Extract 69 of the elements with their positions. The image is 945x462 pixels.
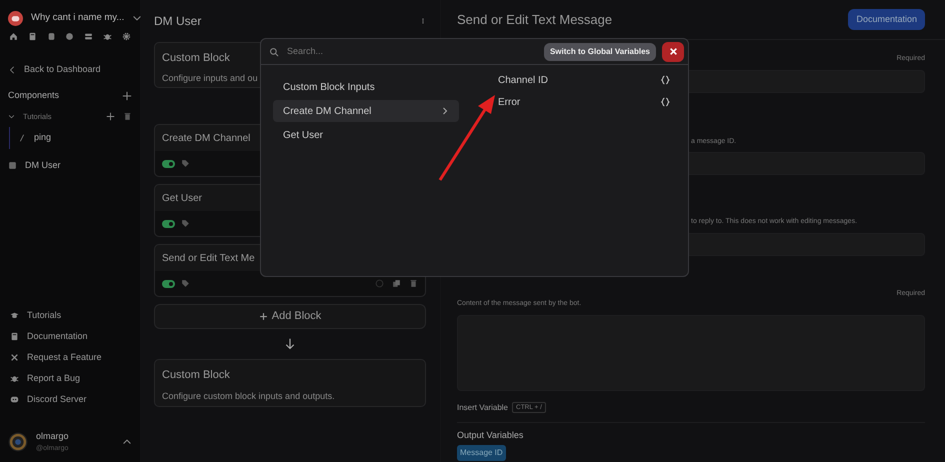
editor-title: DM User xyxy=(154,13,202,30)
component-item[interactable]: ping xyxy=(34,131,52,145)
section-heading: Components xyxy=(8,88,60,102)
avatar xyxy=(8,432,28,452)
variable-item[interactable]: Channel ID xyxy=(498,69,670,91)
block-title: Custom Block xyxy=(162,368,231,383)
book-icon xyxy=(10,332,19,341)
block-title: Custom Block xyxy=(162,51,230,66)
enable-toggle[interactable] xyxy=(162,160,175,168)
block-description: Configure inputs and ou xyxy=(162,72,258,82)
search-icon xyxy=(269,46,279,56)
close-button[interactable] xyxy=(662,42,684,62)
bug-icon[interactable] xyxy=(103,32,112,41)
trash-icon[interactable] xyxy=(123,112,132,121)
block-card[interactable]: Custom Block Configure custom block inputs and outputs. xyxy=(154,359,426,407)
slash-icon xyxy=(18,134,26,142)
block-title: Send or Edit Text Me xyxy=(162,252,255,266)
chevron-right-icon xyxy=(441,106,449,116)
component-item[interactable]: DM User xyxy=(25,158,60,172)
settings-icon[interactable] xyxy=(122,32,131,41)
block-icon xyxy=(8,161,17,170)
enable-toggle[interactable] xyxy=(162,220,175,228)
tutorials-icon xyxy=(10,311,19,320)
chevron-left-icon[interactable] xyxy=(8,66,16,74)
insert-variable-label: Insert Variable xyxy=(457,402,508,414)
chat-icon xyxy=(10,395,19,404)
server-icon[interactable] xyxy=(84,32,94,41)
app-logo-icon xyxy=(8,10,23,26)
back-link[interactable]: Back to Dashboard xyxy=(24,62,101,76)
chevron-down-icon[interactable] xyxy=(132,13,142,23)
braces-icon xyxy=(660,97,670,107)
source-item[interactable]: Custom Block Inputs xyxy=(273,76,459,98)
sidebar-link[interactable]: Report a Bug xyxy=(27,372,80,386)
arrow-down-icon xyxy=(284,337,296,351)
source-item[interactable]: Create DM Channel xyxy=(273,100,459,122)
block-description: Configure custom block inputs and outputs. xyxy=(162,390,336,403)
panel-title: Send or Edit Text Message xyxy=(457,10,612,29)
tag-icon[interactable] xyxy=(181,279,190,288)
sidebar-link[interactable]: Discord Server xyxy=(27,392,87,406)
block-title: Create DM Channel xyxy=(162,132,250,146)
copy-icon[interactable] xyxy=(392,279,401,288)
close-icon xyxy=(668,47,678,56)
variable-item[interactable]: Error xyxy=(498,91,670,113)
braces-icon xyxy=(660,75,670,85)
sidebar-link[interactable]: Tutorials xyxy=(27,308,62,322)
plus-icon xyxy=(258,312,268,321)
tag-icon[interactable] xyxy=(181,159,190,168)
tools-icon xyxy=(10,353,19,362)
enable-toggle[interactable] xyxy=(162,280,175,288)
source-item[interactable]: Get User xyxy=(273,124,459,146)
add-icon[interactable] xyxy=(106,112,115,121)
variable-tag[interactable]: Message ID xyxy=(457,445,506,461)
project-title[interactable]: Why cant i name my... xyxy=(31,10,124,26)
block-title: Get User xyxy=(162,192,202,206)
bug-icon xyxy=(10,374,19,383)
tag-icon[interactable] xyxy=(181,219,190,228)
user-name: olmargo xyxy=(36,430,70,443)
sidebar-link[interactable]: Request a Feature xyxy=(27,350,102,364)
chevron-down-icon[interactable] xyxy=(8,113,15,120)
book-icon[interactable] xyxy=(28,32,37,41)
section-heading: Output Variables xyxy=(457,428,524,442)
sidebar-link[interactable]: Documentation xyxy=(27,330,88,344)
documentation-button[interactable]: Documentation xyxy=(848,8,925,30)
home-icon[interactable] xyxy=(9,32,18,41)
add-icon[interactable] xyxy=(122,90,132,100)
add-block-button[interactable]: Add Block xyxy=(154,304,426,329)
search-field[interactable]: Search... xyxy=(285,44,538,60)
switch-button[interactable]: Switch to Global Variables xyxy=(544,42,656,60)
trash-icon[interactable] xyxy=(409,279,418,288)
